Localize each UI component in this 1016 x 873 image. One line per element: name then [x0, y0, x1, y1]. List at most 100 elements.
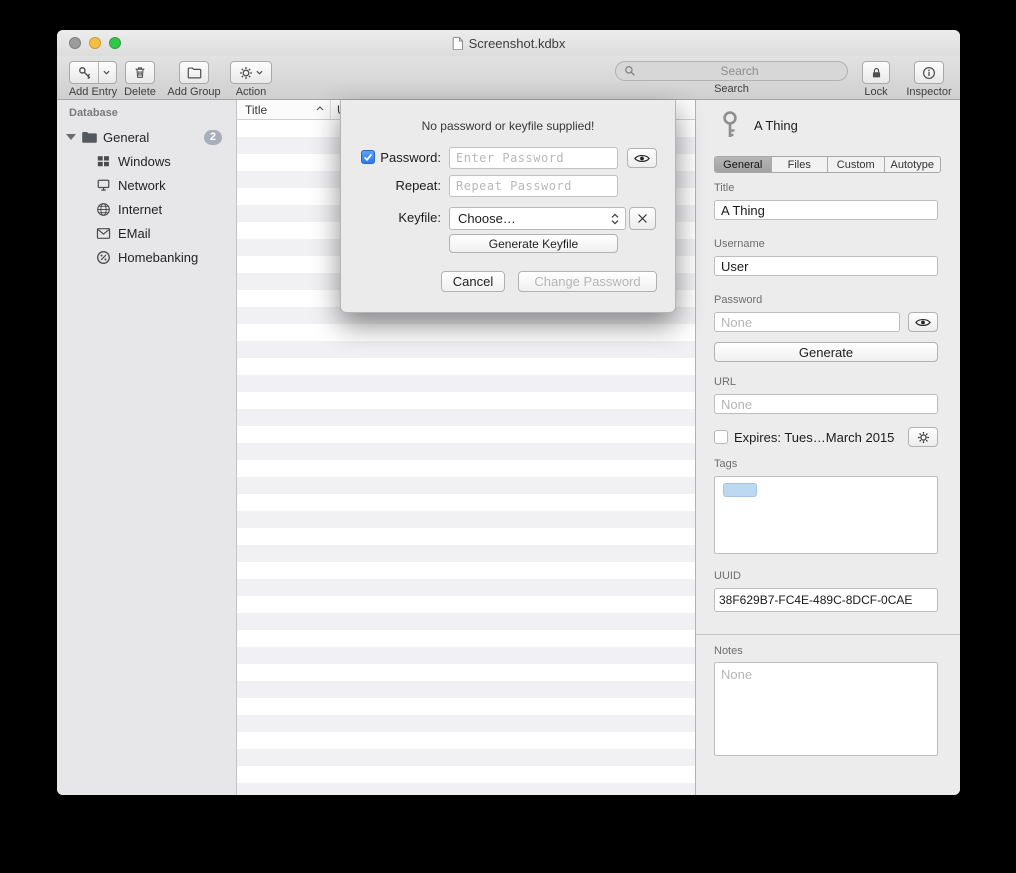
envelope-icon	[96, 227, 111, 240]
password-input[interactable]	[449, 147, 618, 169]
expires-checkbox[interactable]	[714, 430, 728, 444]
eye-icon	[634, 153, 650, 164]
column-header-title[interactable]: Title	[245, 103, 267, 117]
gear-icon	[239, 66, 253, 80]
clear-keyfile-button[interactable]	[629, 207, 656, 230]
action-label: Action	[236, 86, 267, 98]
add-entry-group: Add Entry	[65, 61, 121, 98]
delete-button[interactable]	[125, 61, 155, 84]
search-group: Search	[615, 61, 848, 95]
sidebar-item-network[interactable]: Network	[57, 173, 236, 197]
cancel-button[interactable]: Cancel	[441, 271, 505, 292]
sidebar-item-label: Network	[118, 178, 166, 193]
notes-field[interactable]	[714, 662, 938, 756]
password-label: Password	[714, 294, 762, 306]
sidebar-item-label: EMail	[118, 226, 151, 241]
url-field[interactable]	[714, 394, 938, 414]
delete-group: Delete	[121, 61, 159, 98]
sidebar-item-email[interactable]: EMail	[57, 221, 236, 245]
search-caption: Search	[714, 83, 749, 95]
eye-icon	[915, 317, 931, 328]
generate-keyfile-button[interactable]: Generate Keyfile	[449, 234, 618, 253]
padlock-icon	[870, 66, 883, 80]
globe-icon	[96, 202, 111, 217]
chevron-down-icon	[256, 70, 263, 75]
document-icon	[452, 37, 464, 50]
windows-icon	[96, 154, 111, 168]
window-title-area: Screenshot.kdbx	[57, 30, 960, 56]
action-group: Action	[228, 61, 274, 98]
info-icon	[922, 66, 936, 80]
sidebar-item-internet[interactable]: Internet	[57, 197, 236, 221]
chevron-down-icon[interactable]	[99, 70, 114, 75]
info-icon-button[interactable]	[914, 61, 944, 84]
key-icon	[72, 66, 98, 80]
tab-autotype[interactable]: Autotype	[884, 157, 941, 172]
reveal-password-button[interactable]	[908, 312, 938, 332]
inspector-entry-title: A Thing	[754, 118, 798, 133]
group-badge: 2	[204, 130, 222, 145]
search-input[interactable]	[640, 63, 839, 79]
sidebar-section-header: Database	[57, 100, 236, 125]
titlebar[interactable]: Screenshot.kdbx	[57, 30, 960, 56]
uuid-field[interactable]	[714, 588, 938, 612]
password-field[interactable]	[714, 312, 900, 332]
inspector-label: Inspector	[906, 86, 951, 98]
folder-icon	[81, 130, 98, 144]
keyfile-dropdown[interactable]: Choose…	[449, 207, 626, 230]
stepper-icon	[611, 213, 619, 225]
lock-button[interactable]	[862, 61, 890, 84]
tag-chip[interactable]	[723, 483, 757, 497]
entry-key-icon	[718, 110, 742, 140]
x-icon	[637, 213, 648, 224]
sidebar: Database General 2 Windows Network	[57, 100, 237, 795]
sidebar-group-general[interactable]: General 2	[57, 125, 236, 149]
add-group-group: Add Group	[164, 61, 224, 98]
add-group-button[interactable]	[179, 61, 209, 84]
disclosure-triangle-icon[interactable]	[66, 134, 76, 140]
tab-custom[interactable]: Custom	[827, 157, 884, 172]
separator	[696, 634, 960, 635]
password-label: Password:	[365, 150, 441, 165]
folder-icon	[187, 66, 202, 79]
search-field[interactable]	[615, 61, 848, 81]
sidebar-item-windows[interactable]: Windows	[57, 149, 236, 173]
expires-settings-button[interactable]	[908, 427, 938, 447]
inspector-panel: A Thing General Files Custom Autotype Ti…	[695, 100, 960, 795]
tab-label: Files	[788, 159, 811, 171]
change-password-button[interactable]: Change Password	[518, 271, 657, 292]
tab-label: General	[723, 159, 762, 171]
username-field[interactable]	[714, 256, 938, 276]
sheet-message: No password or keyfile supplied!	[341, 119, 675, 133]
tags-box[interactable]	[714, 476, 938, 554]
add-entry-label: Add Entry	[69, 86, 117, 98]
tags-label: Tags	[714, 458, 737, 470]
url-label: URL	[714, 376, 736, 388]
app-window: Screenshot.kdbx Add Entry Delete	[57, 30, 960, 795]
generate-label: Generate	[799, 345, 853, 360]
keyfile-selected-value: Choose…	[458, 211, 611, 226]
tab-files[interactable]: Files	[771, 157, 828, 172]
tab-label: Autotype	[891, 159, 934, 171]
column-divider[interactable]	[330, 100, 331, 119]
content: Database General 2 Windows Network	[57, 100, 960, 795]
sidebar-item-homebanking[interactable]: Homebanking	[57, 245, 236, 269]
reveal-password-button[interactable]	[627, 148, 657, 168]
add-entry-button[interactable]	[69, 61, 117, 84]
action-button[interactable]	[230, 61, 272, 84]
sidebar-item-label: Windows	[118, 154, 171, 169]
sort-ascending-icon	[316, 106, 324, 111]
tab-general[interactable]: General	[715, 157, 771, 172]
repeat-password-input[interactable]	[449, 175, 618, 197]
username-label: Username	[714, 238, 765, 250]
lock-label: Lock	[864, 86, 887, 98]
change-password-sheet: No password or keyfile supplied! Passwor…	[340, 100, 676, 313]
title-field[interactable]	[714, 200, 938, 220]
tab-label: Custom	[837, 159, 875, 171]
window-title: Screenshot.kdbx	[469, 36, 566, 51]
generate-password-button[interactable]: Generate	[714, 342, 938, 362]
generate-keyfile-label: Generate Keyfile	[489, 237, 578, 251]
inspector-tabs: General Files Custom Autotype	[714, 156, 941, 173]
toolbar: Add Entry Delete Add Group	[57, 56, 960, 100]
inspector-group: Inspector	[900, 61, 958, 98]
